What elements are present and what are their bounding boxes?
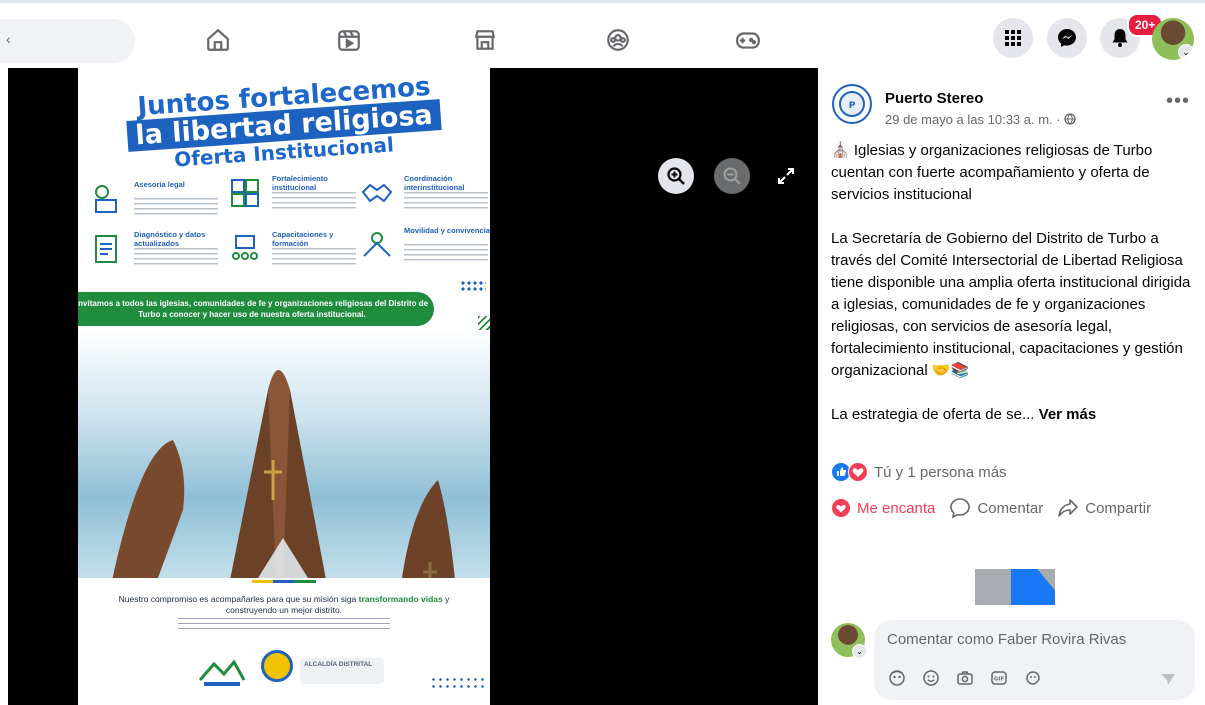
service-description — [272, 248, 356, 268]
service-item: Diagnóstico y datos actualizados — [90, 230, 220, 278]
send-icon[interactable] — [1159, 670, 1177, 688]
page-name-link[interactable]: Puerto Stereo — [885, 90, 983, 107]
service-heading: Diagnóstico y datos actualizados — [134, 230, 206, 248]
post-paragraph: La Secretaría de Gobierno del Distrito d… — [831, 230, 1191, 379]
svg-text:GIF: GIF — [994, 677, 1005, 683]
post-body: ⛪ Iglesias y organizaciones religiosas d… — [831, 140, 1195, 448]
service-heading: Coordinación interinstitucional — [404, 174, 465, 192]
service-heading: Movilidad y convivencia — [404, 226, 490, 235]
gaming-icon[interactable] — [733, 25, 763, 55]
globe-icon — [1064, 113, 1076, 125]
network-icon — [363, 232, 391, 257]
zoom-out-button[interactable] — [714, 158, 750, 194]
messenger-button[interactable] — [1047, 18, 1087, 58]
love-button[interactable]: Me encanta — [831, 498, 935, 518]
search-bar[interactable]: ‹ — [0, 19, 135, 63]
decorative-dots — [460, 280, 486, 292]
small-print — [178, 618, 390, 630]
service-item: Movilidad y convivencia — [360, 226, 490, 274]
zoom-in-button[interactable] — [658, 158, 694, 194]
service-description — [134, 198, 218, 218]
legal-scales-icon — [95, 185, 117, 213]
handshake-icon — [361, 183, 393, 203]
post-paragraph: La estrategia de oferta de se... Ver más — [831, 406, 1097, 423]
heart-icon — [832, 499, 850, 517]
commitment-text: Nuestro compromiso es acompañarles para … — [118, 594, 450, 615]
invite-banner: Invitamos a todos las iglesias, comunida… — [78, 292, 434, 326]
camera-icon[interactable] — [955, 668, 975, 688]
groups-icon[interactable] — [603, 25, 633, 55]
account-avatar[interactable]: ⌄ — [1152, 18, 1194, 60]
service-description — [272, 192, 356, 212]
share-button[interactable]: Compartir — [1057, 497, 1151, 519]
post-timestamp[interactable]: 29 de mayo a las 10:33 a. m. · — [885, 112, 1076, 127]
service-description — [404, 192, 488, 212]
puzzle-icon — [231, 179, 259, 207]
sticker-icon[interactable] — [1023, 668, 1043, 688]
marketplace-icon[interactable] — [470, 25, 500, 55]
post-actions: Me encanta Comentar Compartir — [831, 496, 1201, 520]
home-icon[interactable] — [203, 25, 233, 55]
service-item: Asesoría legal — [90, 180, 220, 228]
service-item: Capacitaciones y formación — [228, 230, 358, 278]
share-label: Compartir — [1085, 499, 1152, 517]
service-heading: Capacitaciones y formación — [272, 230, 334, 248]
comment-label: Comentar — [977, 499, 1044, 517]
current-user-avatar[interactable]: ⌄ — [831, 623, 867, 659]
emoji-icon[interactable] — [921, 668, 941, 688]
coat-of-arms-logo — [261, 650, 293, 682]
avatar-sticker-icon[interactable] — [887, 668, 907, 688]
decorative-dots — [430, 676, 486, 692]
watch-icon[interactable] — [334, 25, 364, 55]
reactions-count: Tú y 1 persona más — [874, 463, 1007, 481]
svg-text:P: P — [849, 101, 856, 111]
bell-icon — [1112, 29, 1128, 47]
service-item: Fortalecimiento institucional — [228, 174, 358, 222]
post-paragraph: ⛪ Iglesias y organizaciones religiosas d… — [831, 142, 1153, 203]
fullscreen-button[interactable] — [774, 164, 798, 188]
love-label: Me encanta — [857, 499, 936, 517]
clipboard-icon — [95, 235, 117, 263]
page-avatar[interactable]: P — [832, 84, 872, 124]
messenger-icon — [1058, 29, 1076, 47]
zoom-in-icon — [667, 167, 685, 185]
top-navigation-bar: ‹ 20+ ⌄ — [0, 0, 1205, 68]
tricolor-separator — [252, 580, 316, 583]
sector-religioso-logo — [198, 659, 246, 686]
service-description — [134, 248, 218, 268]
comment-button[interactable]: Comentar — [949, 497, 1043, 519]
gif-icon[interactable]: GIF — [989, 668, 1009, 688]
chevron-down-icon: ⌄ — [852, 644, 867, 659]
puerto-stereo-logo: P — [839, 91, 865, 117]
chevron-down-icon: ⌄ — [1178, 44, 1194, 60]
reactions-summary[interactable]: Tú y 1 persona más — [831, 462, 1007, 482]
more-options-button[interactable]: ••• — [1166, 90, 1190, 113]
menu-grid-button[interactable] — [993, 18, 1033, 58]
grid-icon — [1005, 30, 1021, 46]
photo-viewer: Juntos fortalecemos la libertad religios… — [8, 68, 818, 705]
comment-input[interactable]: Comentar como Faber Rovira Rivas GIF — [874, 620, 1195, 700]
image-placeholder — [975, 569, 1055, 605]
alcaldia-logo: ALCALDÍA DISTRITAL — [300, 658, 384, 684]
search-back-glyph: ‹ — [6, 31, 11, 47]
praying-hands-photo — [78, 330, 490, 610]
expand-icon — [778, 168, 794, 184]
zoom-out-icon — [723, 167, 741, 185]
see-more-link[interactable]: Ver más — [1039, 406, 1097, 423]
post-image: Juntos fortalecemos la libertad religios… — [78, 68, 490, 705]
training-icon — [232, 235, 258, 260]
service-description — [404, 244, 488, 264]
praying-hands-illustration — [108, 370, 458, 610]
service-heading: Fortalecimiento institucional — [272, 174, 328, 192]
service-item: Coordinación interinstitucional — [360, 174, 490, 222]
post-details-panel: P Puerto Stereo 29 de mayo a las 10:33 a… — [818, 68, 1205, 705]
share-icon — [1058, 499, 1079, 517]
comment-placeholder: Comentar como Faber Rovira Rivas — [887, 631, 1127, 648]
service-heading: Asesoría legal — [134, 180, 185, 189]
comment-icon — [950, 498, 971, 519]
love-reaction-icon — [848, 462, 868, 482]
comment-tools: GIF — [887, 668, 1043, 688]
